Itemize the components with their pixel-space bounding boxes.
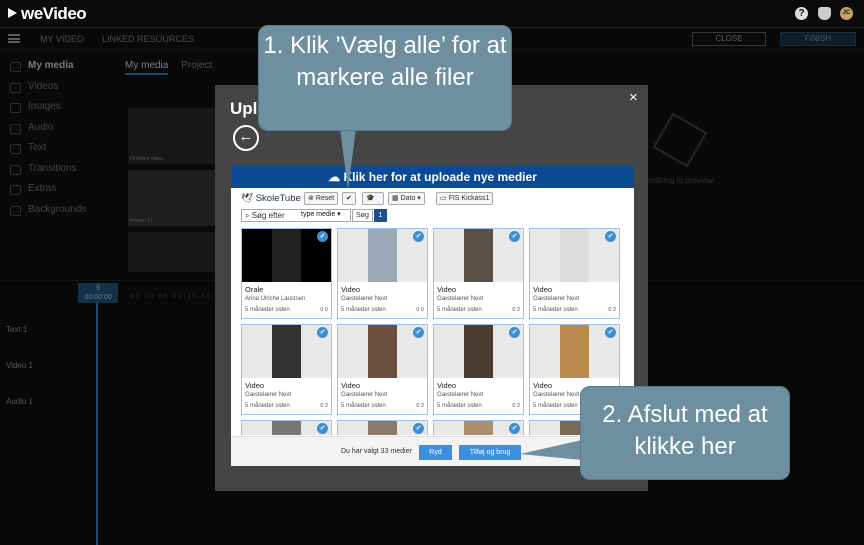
close-icon[interactable]: × (629, 89, 638, 106)
page-number[interactable]: 1 (374, 209, 387, 222)
media-title: Video (533, 285, 553, 294)
media-age: 5 måneder siden (437, 403, 482, 409)
add-and-use-button[interactable]: Tilføj og brug (459, 445, 521, 460)
media-age: 5 måneder siden (341, 403, 386, 409)
selected-check-icon[interactable]: ✓ (413, 423, 424, 434)
wevideo-logo[interactable]: weVideo (8, 4, 87, 24)
media-card[interactable]: ✓ Video Gæstelærer Next 5 måneder siden 0 2 (433, 228, 524, 319)
selected-check-icon[interactable]: ✓ (317, 231, 328, 242)
media-photo (464, 421, 493, 435)
media-stats: 0 2 (512, 403, 520, 409)
media-photo (272, 325, 301, 378)
group-label: FIS Kickass1 (448, 195, 490, 202)
help-icon[interactable]: ? (795, 7, 808, 20)
selected-check-icon[interactable]: ✓ (509, 327, 520, 338)
selected-check-icon[interactable]: ✓ (413, 231, 424, 242)
media-author: Gæstelærer Next (533, 392, 580, 398)
panel-footer: Du har valgt 33 medier Ryd Tilføj og bru… (231, 436, 634, 466)
media-photo (368, 325, 397, 378)
media-title: Video (341, 285, 361, 294)
brand-name: SkoleTube (255, 193, 301, 204)
media-photo (560, 325, 589, 378)
reset-button[interactable]: ⊗ Reset (304, 192, 339, 205)
media-author: Gæstelærer Next (341, 392, 388, 398)
selected-check-icon[interactable]: ✓ (509, 231, 520, 242)
media-age: 5 måneder siden (245, 403, 290, 409)
media-photo (272, 421, 301, 435)
upload-banner-label: Klik her for at uploade nye medier (343, 170, 537, 184)
search-placeholder: Søg efter (251, 211, 285, 220)
modal-title: Upl (230, 99, 258, 118)
media-age: 5 måneder siden (533, 403, 578, 409)
media-title: Video (437, 381, 457, 390)
bell-icon[interactable] (818, 7, 831, 20)
search-button[interactable]: Søg (352, 209, 373, 222)
media-card[interactable]: ✓ (433, 420, 524, 435)
skoletube-brand: 🕊 SkoleTube (241, 193, 301, 204)
media-stats: 0 2 (416, 403, 424, 409)
selected-check-icon[interactable]: ✓ (605, 231, 616, 242)
media-grid: ✓ Orale Anna Ulriche Laustsen 5 måneder sid… (241, 228, 624, 435)
media-card[interactable]: ✓ (241, 420, 332, 435)
media-stats: 0 2 (608, 307, 616, 313)
media-age: 5 måneder siden (533, 307, 578, 313)
media-photo (560, 229, 589, 282)
media-age: 5 måneder siden (245, 307, 290, 313)
media-title: Video (341, 381, 361, 390)
media-author: Gæstelærer Next (341, 296, 388, 302)
media-title: Orale (245, 285, 264, 294)
skoletube-panel: ☁ Klik her for at uploade nye medier 🕊 S… (231, 166, 634, 466)
media-card[interactable]: ✓ Video Gæstelærer Next 5 måneder siden 0 2 (529, 228, 620, 319)
media-card[interactable]: ✓ Orale Anna Ulriche Laustsen 5 måneder sid… (241, 228, 332, 319)
clear-button[interactable]: Ryd (419, 445, 452, 460)
media-photo (464, 325, 493, 378)
selected-check-icon[interactable]: ✓ (605, 327, 616, 338)
instruction-callout-two: 2. Afslut med at klikke her (580, 386, 790, 480)
type-filter-dropdown[interactable]: type medie ▾ (301, 210, 341, 218)
top-bar: weVideo ? JC (0, 0, 864, 28)
media-stats: 0 0 (416, 307, 424, 313)
media-author: Anna Ulriche Laustsen (245, 296, 306, 302)
group-button[interactable]: ▭ FIS Kickass1 (436, 192, 494, 205)
media-photo (368, 421, 397, 435)
select-all-button[interactable]: ✔ (342, 192, 356, 205)
reset-label: Reset (315, 195, 335, 202)
upload-banner[interactable]: ☁ Klik her for at uploade nye medier (231, 166, 634, 188)
back-arrow-icon[interactable]: ← (233, 125, 259, 151)
graduation-cap-icon[interactable]: 🎓 (362, 192, 384, 205)
selected-check-icon[interactable]: ✓ (317, 423, 328, 434)
media-title: Video (245, 381, 265, 390)
media-card[interactable]: ✓ Video Gæstelærer Next 5 måneder siden 0 2 (241, 324, 332, 415)
media-age: 5 måneder siden (437, 307, 482, 313)
media-stats: 0 2 (512, 307, 520, 313)
selected-check-icon[interactable]: ✓ (413, 327, 424, 338)
media-photo (464, 229, 493, 282)
date-sort-button[interactable]: ▦ Dato ▾ (388, 192, 425, 205)
media-stats: 0 2 (320, 403, 328, 409)
date-label: Dato (400, 195, 416, 202)
media-photo (272, 229, 301, 282)
media-author: Gæstelærer Next (533, 296, 580, 302)
selected-count: Du har valgt 33 medier (341, 448, 412, 455)
selected-check-icon[interactable]: ✓ (317, 327, 328, 338)
media-card[interactable]: ✓ Video Gæstelærer Next 5 måneder siden 0 0 (337, 228, 428, 319)
media-author: Gæstelærer Next (437, 296, 484, 302)
media-age: 5 måneder siden (341, 307, 386, 313)
media-card[interactable]: ✓ Video Gæstelærer Next 5 måneder siden 0 2 (433, 324, 524, 415)
media-card[interactable]: ✓ (337, 420, 428, 435)
media-author: Gæstelærer Next (437, 392, 484, 398)
instruction-callout-one: 1. Klik ’Vælg alle’ for at markere alle … (258, 25, 512, 131)
media-photo (368, 229, 397, 282)
selected-check-icon[interactable]: ✓ (509, 423, 520, 434)
media-author: Gæstelærer Next (245, 392, 292, 398)
media-stats: 0 0 (320, 307, 328, 313)
media-card[interactable]: ✓ Video Gæstelærer Next 5 måneder siden 0 2 (337, 324, 428, 415)
media-title: Video (533, 381, 553, 390)
media-title: Video (437, 285, 457, 294)
avatar[interactable]: JC (840, 7, 853, 20)
